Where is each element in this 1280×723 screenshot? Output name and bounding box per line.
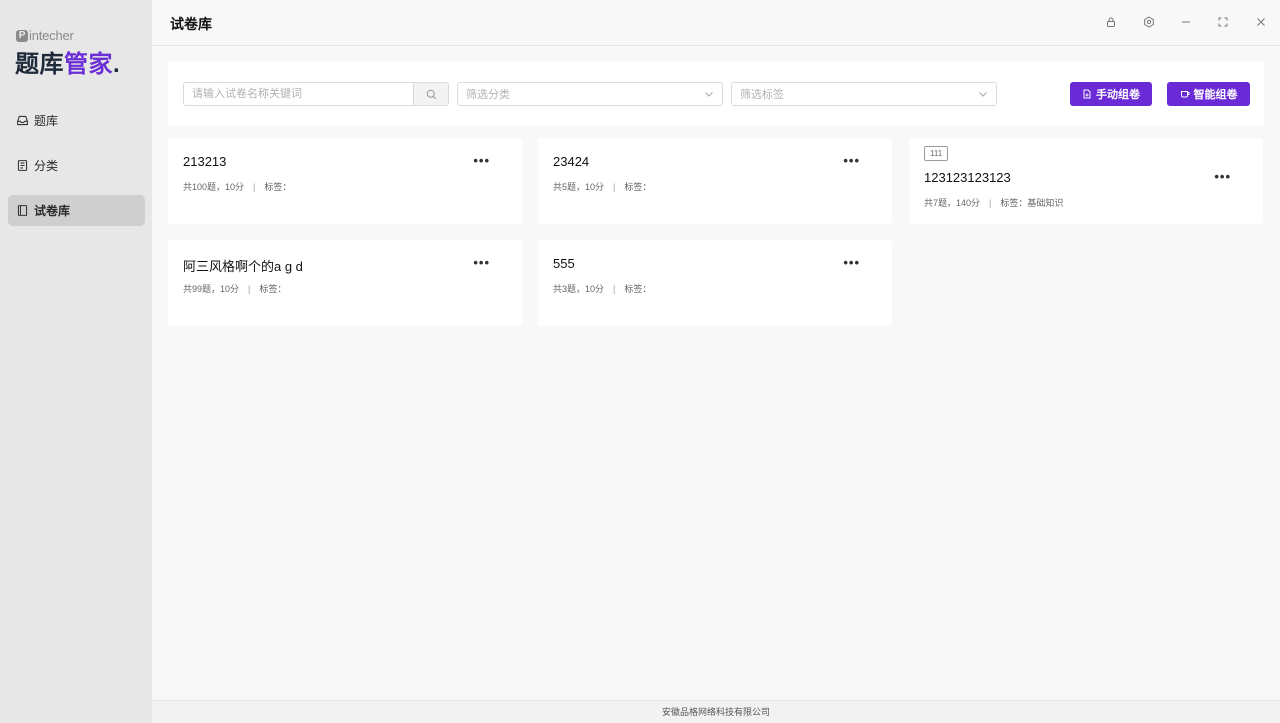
sidebar-item-paper-library[interactable]: 试卷库 [8, 195, 145, 226]
paper-card-title: 阿三风格啊个的a g d [183, 259, 303, 274]
search-icon [426, 89, 436, 99]
more-icon[interactable]: ••• [843, 255, 860, 270]
paper-card-title: 213213 [183, 154, 227, 169]
paper-card[interactable]: 23424 共5题，10分 | 标签： ••• [538, 138, 892, 224]
paper-card-tags: 标签：基础知识 [1000, 198, 1064, 208]
book-icon [17, 205, 28, 216]
brand-small-label: intecher [29, 28, 74, 43]
smart-compose-button[interactable]: 智能组卷 [1167, 82, 1250, 106]
more-icon[interactable]: ••• [1214, 169, 1231, 184]
paper-card-separator: | [613, 182, 616, 192]
chevron-down-icon [705, 92, 713, 97]
filter-toolbar: 筛选分类 筛选标签 手动组卷 智能组卷 [168, 61, 1264, 126]
file-add-icon [1083, 89, 1091, 99]
manual-compose-button[interactable]: 手动组卷 [1070, 82, 1152, 106]
smart-compose-label: 智能组卷 [1193, 89, 1238, 101]
inbox-icon [17, 115, 28, 126]
document-list-icon [17, 160, 28, 171]
sidebar: Pintecher 题库管家. 题库 分类 试卷库 [0, 0, 152, 723]
paper-card-meta: 共5题，10分 | 标签： [553, 180, 651, 193]
paper-card-count: 共100题，10分 [183, 182, 245, 192]
sidebar-nav: 题库 分类 试卷库 [8, 105, 145, 240]
brand-title: 题库管家. [15, 44, 120, 79]
minimize-icon[interactable] [1179, 15, 1193, 29]
paper-card-count: 共99题，10分 [183, 284, 240, 294]
titlebar: 试卷库 [152, 0, 1280, 46]
brand-p-icon: P [16, 29, 28, 42]
sidebar-item-question-bank[interactable]: 题库 [8, 105, 145, 136]
paper-card-separator: | [253, 182, 256, 192]
sidebar-item-label: 分类 [34, 159, 59, 173]
paper-card[interactable]: 阿三风格啊个的a g d 共99题，10分 | 标签： ••• [168, 240, 522, 326]
tag-select-placeholder: 筛选标签 [740, 89, 784, 101]
more-icon[interactable]: ••• [843, 153, 860, 168]
paper-card[interactable]: 213213 共100题，10分 | 标签： ••• [168, 138, 522, 224]
fullscreen-icon[interactable] [1216, 15, 1230, 29]
cup-icon [1180, 91, 1189, 98]
paper-card[interactable]: 111 123123123123 共7题，140分 | 标签：基础知识 ••• [909, 138, 1263, 224]
paper-card-count: 共7题，140分 [924, 198, 981, 208]
paper-card-tags: 标签： [264, 182, 292, 192]
paper-card-separator: | [613, 284, 616, 294]
paper-card-tags: 标签： [259, 284, 287, 294]
category-select[interactable]: 筛选分类 [457, 82, 723, 106]
brand-title-part3: . [113, 51, 121, 78]
paper-card-title: 23424 [553, 154, 590, 169]
paper-card-count: 共5题，10分 [553, 182, 605, 192]
tag-select[interactable]: 筛选标签 [731, 82, 997, 106]
sidebar-item-label: 题库 [34, 114, 59, 128]
main-area: 试卷库 筛选分类 筛选标签 [152, 0, 1280, 723]
paper-card-tags: 标签： [624, 284, 652, 294]
paper-card-meta: 共7题，140分 | 标签：基础知识 [924, 196, 1063, 209]
more-icon[interactable]: ••• [473, 255, 490, 270]
paper-card-badge: 111 [924, 146, 949, 161]
lock-icon[interactable] [1104, 15, 1118, 29]
paper-card-title: 123123123123 [924, 170, 1011, 185]
paper-card-count: 共3题，10分 [553, 284, 605, 294]
paper-card-meta: 共99题，10分 | 标签： [183, 282, 286, 295]
sidebar-item-label: 试卷库 [34, 204, 71, 218]
settings-icon[interactable] [1142, 15, 1156, 29]
paper-card[interactable]: 555 共3题，10分 | 标签： ••• [538, 240, 892, 326]
close-icon[interactable] [1254, 15, 1268, 29]
footer: 安徽品格网络科技有限公司 [152, 700, 1280, 723]
paper-card-meta: 共3题，10分 | 标签： [553, 282, 651, 295]
search-button[interactable] [413, 83, 448, 105]
paper-card-title: 555 [553, 256, 575, 271]
page-title: 试卷库 [170, 16, 212, 32]
paper-card-tags: 标签： [624, 182, 652, 192]
footer-company: 安徽品格网络科技有限公司 [661, 707, 770, 717]
paper-card-separator: | [989, 198, 992, 208]
category-select-placeholder: 筛选分类 [466, 89, 510, 101]
paper-card-meta: 共100题，10分 | 标签： [183, 180, 291, 193]
paper-card-separator: | [248, 284, 251, 294]
brand-title-part2: 管家 [64, 51, 113, 78]
brand-title-part1: 题库 [15, 51, 64, 78]
search-input[interactable] [184, 83, 413, 105]
brand-small-logo: Pintecher [16, 28, 74, 43]
manual-compose-label: 手动组卷 [1096, 89, 1140, 101]
search-box [183, 82, 449, 106]
chevron-down-icon [979, 92, 987, 97]
more-icon[interactable]: ••• [473, 153, 490, 168]
sidebar-item-category[interactable]: 分类 [8, 150, 145, 181]
